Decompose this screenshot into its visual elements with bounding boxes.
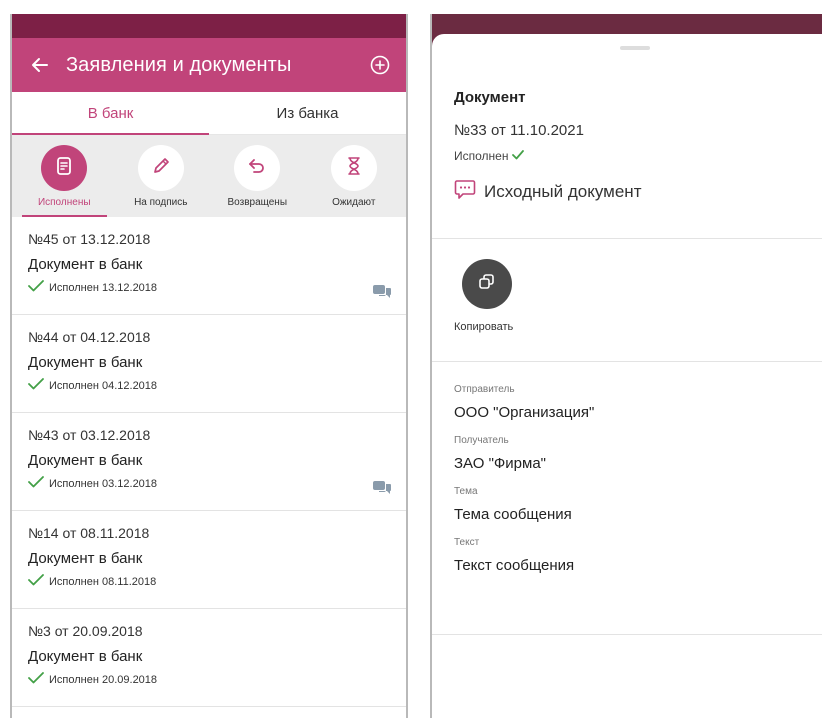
check-icon [28, 672, 49, 687]
list-item[interactable]: №44 от 04.12.2018 Документ в банк Исполн… [12, 315, 406, 413]
document-name: Документ в банк [28, 550, 143, 567]
check-icon [28, 280, 49, 295]
document-number: №14 от 08.11.2018 [28, 525, 150, 541]
check-icon [28, 378, 49, 393]
source-document-link[interactable]: Исходный документ [454, 179, 822, 204]
check-icon [28, 476, 49, 491]
list-item[interactable]: №45 от 13.12.2018 Документ в банк Исполн… [12, 217, 406, 315]
filter-label: Ожидают [332, 197, 376, 208]
filter-label: Возвращены [227, 197, 288, 208]
tab-from-bank[interactable]: Из банка [209, 92, 406, 134]
document-status: Исполнен 04.12.2018 [49, 379, 158, 392]
pencil-icon [150, 155, 172, 182]
message-icon [454, 179, 484, 204]
documents-list-screen: Заявления и документы В банк Из банка Ис… [10, 14, 408, 718]
return-arrow-icon [246, 155, 268, 182]
filter-label: Исполнены [37, 197, 91, 208]
field-label-recipient: Получатель [454, 435, 509, 446]
document-icon [53, 155, 75, 182]
status-bar [12, 14, 406, 38]
copy-icon [478, 273, 496, 296]
document-details-screen: Документ №33 от 11.10.2021 Исполнен Исхо… [430, 14, 822, 718]
document-number: №44 от 04.12.2018 [28, 329, 151, 345]
check-icon [508, 149, 525, 163]
sheet-drag-handle[interactable] [620, 46, 650, 50]
page-title: Заявления и документы [66, 53, 292, 76]
document-summary: Документ №33 от 11.10.2021 Исполнен Исхо… [432, 34, 822, 239]
filter-label: На подпись [134, 197, 188, 208]
field-label-subject: Тема [454, 486, 478, 497]
chat-icon[interactable] [372, 284, 392, 305]
document-status: Исполнен 08.11.2018 [49, 575, 157, 588]
field-label-sender: Отправитель [454, 384, 515, 395]
document-status: Исполнен [454, 149, 509, 163]
status-filters: Исполнены На подпись Возвращены Ожидают [12, 135, 406, 217]
back-arrow-icon[interactable] [28, 53, 52, 77]
document-name: Документ в банк [28, 648, 143, 665]
hourglass-icon [343, 155, 365, 182]
document-status: Исполнен 20.09.2018 [49, 673, 158, 686]
document-number: №33 от 11.10.2021 [454, 122, 584, 139]
document-number: №3 от 20.09.2018 [28, 623, 143, 639]
list-item[interactable]: №43 от 03.12.2018 Документ в банк Исполн… [12, 413, 406, 511]
section-heading: Документ [454, 89, 526, 106]
filter-returned[interactable]: Возвращены [209, 135, 306, 217]
documents-list: №45 от 13.12.2018 Документ в банк Исполн… [12, 217, 406, 707]
copy-label: Копировать [454, 321, 514, 333]
document-status: Исполнен 13.12.2018 [49, 281, 158, 294]
field-label-text: Текст [454, 537, 480, 548]
document-name: Документ в банк [28, 452, 143, 469]
field-value-subject: Тема сообщения [454, 506, 572, 523]
document-status: Исполнен 03.12.2018 [49, 477, 158, 490]
copy-button[interactable] [462, 259, 512, 309]
field-value-recipient: ЗАО "Фирма" [454, 455, 546, 472]
list-item[interactable]: №14 от 08.11.2018 Документ в банк Исполн… [12, 511, 406, 609]
document-name: Документ в банк [28, 354, 143, 371]
field-value-text: Текст сообщения [454, 557, 575, 574]
direction-tabs: В банк Из банка [12, 92, 406, 135]
document-number: №43 от 03.12.2018 [28, 427, 151, 443]
app-bar: Заявления и документы [12, 38, 406, 92]
tab-to-bank[interactable]: В банк [12, 92, 209, 135]
filter-to-sign[interactable]: На подпись [113, 135, 210, 217]
field-value-sender: ООО "Организация" [454, 404, 595, 421]
document-number: №45 от 13.12.2018 [28, 231, 151, 247]
actions-section: Копировать [432, 239, 822, 362]
chat-icon[interactable] [372, 480, 392, 501]
document-name: Документ в банк [28, 256, 143, 273]
filter-waiting[interactable]: Ожидают [306, 135, 403, 217]
list-item[interactable]: №3 от 20.09.2018 Документ в банк Исполне… [12, 609, 406, 707]
add-document-icon[interactable] [368, 53, 392, 77]
source-document-label: Исходный документ [484, 181, 642, 201]
check-icon [28, 574, 49, 589]
filter-executed[interactable]: Исполнены [16, 135, 113, 217]
document-fields: Отправитель ООО "Организация" Получатель… [432, 362, 822, 635]
bottom-sheet: Документ №33 от 11.10.2021 Исполнен Исхо… [432, 34, 822, 718]
